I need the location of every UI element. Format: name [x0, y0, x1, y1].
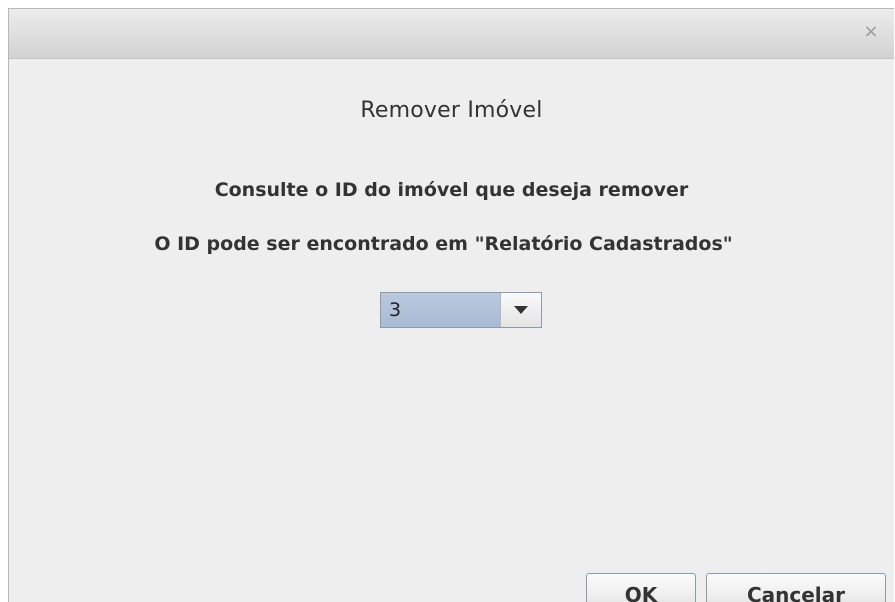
ok-button[interactable]: OK [586, 573, 696, 602]
close-icon[interactable]: × [860, 21, 882, 43]
cancel-button[interactable]: Cancelar [706, 573, 886, 602]
remove-property-dialog: × Remover Imóvel Consulte o ID do imóvel… [8, 8, 894, 602]
dialog-heading: Remover Imóvel [360, 98, 543, 123]
instruction-text-1: Consulte o ID do imóvel que deseja remov… [214, 179, 689, 201]
dialog-titlebar[interactable]: × [9, 9, 894, 59]
triangle-down-icon [514, 306, 528, 314]
instruction-text-2: O ID pode ser encontrado em "Relatório C… [154, 233, 733, 255]
id-select[interactable]: 3 [380, 292, 542, 328]
id-select-value: 3 [381, 293, 501, 327]
dialog-content: Remover Imóvel Consulte o ID do imóvel q… [9, 59, 894, 602]
id-select-arrow-button[interactable] [501, 293, 541, 327]
